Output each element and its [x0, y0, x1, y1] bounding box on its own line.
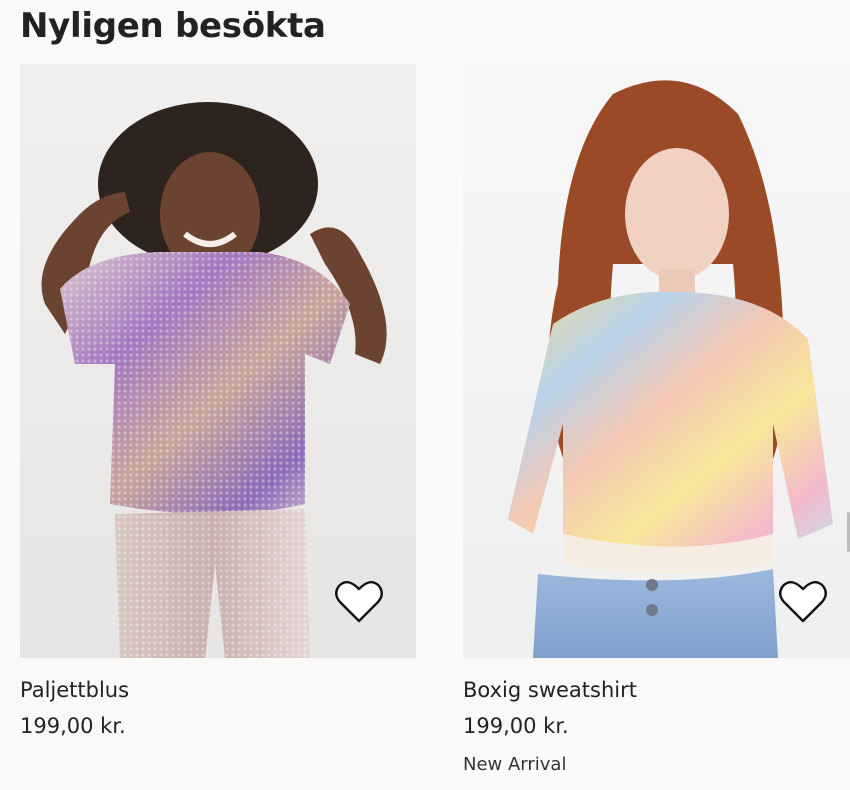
- heart-outline-icon: [335, 581, 383, 623]
- product-image-container[interactable]: [463, 64, 850, 658]
- heart-outline-icon: [779, 581, 827, 623]
- product-price: 199,00 kr.: [20, 714, 126, 738]
- product-image-container[interactable]: [20, 64, 416, 658]
- product-card-boxig-sweatshirt[interactable]: Boxig sweatshirt 199,00 kr. New Arrival: [463, 64, 850, 775]
- section-title: Nyligen besökta: [20, 6, 326, 46]
- product-name[interactable]: Boxig sweatshirt: [463, 678, 637, 702]
- favorite-button[interactable]: [334, 578, 384, 626]
- new-arrival-badge: New Arrival: [463, 754, 567, 775]
- product-image-sequin-blouse[interactable]: [20, 64, 416, 658]
- product-image-tie-dye-sweatshirt[interactable]: [463, 64, 850, 658]
- product-price: 199,00 kr.: [463, 714, 569, 738]
- product-card-paljettblus[interactable]: Paljettblus 199,00 kr.: [20, 64, 416, 738]
- product-name[interactable]: Paljettblus: [20, 678, 129, 702]
- favorite-button[interactable]: [778, 578, 828, 626]
